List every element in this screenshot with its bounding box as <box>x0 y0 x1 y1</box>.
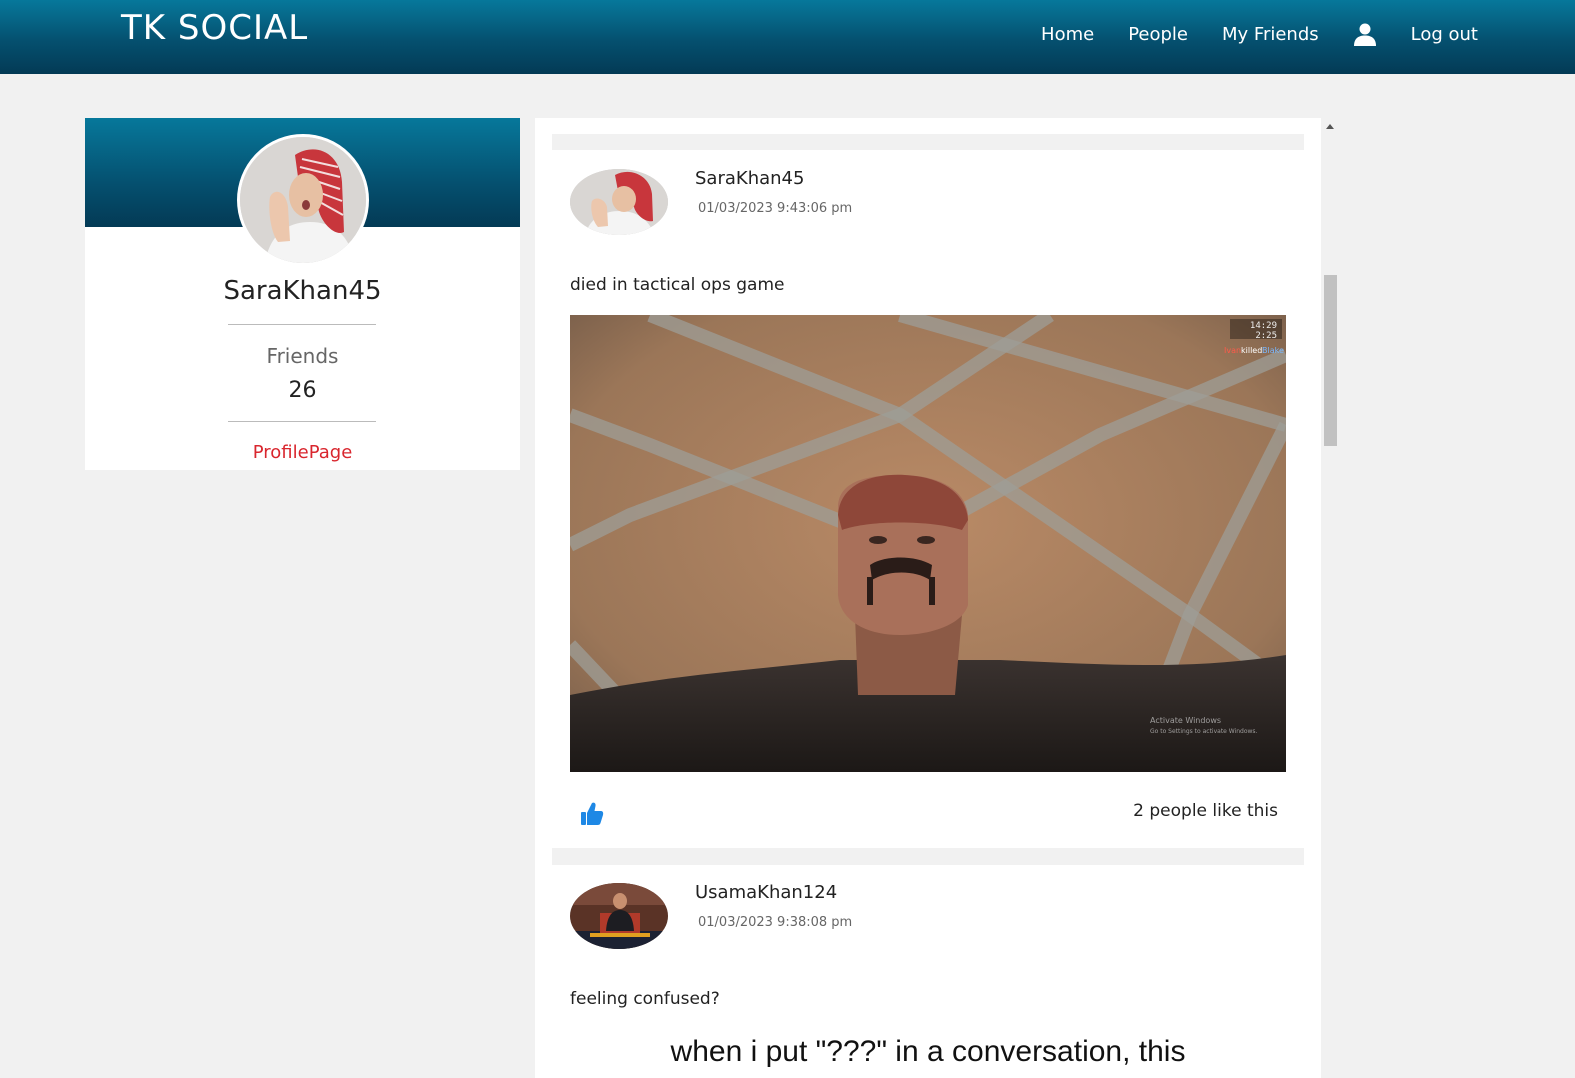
news-feed[interactable]: SaraKhan45 01/03/2023 9:43:06 pm died in… <box>535 118 1340 1078</box>
top-navbar: TK SOCIAL Home People My Friends Log out <box>0 0 1575 74</box>
activate-windows-watermark: Activate Windows <box>1150 716 1221 725</box>
profile-page-link[interactable]: ProfilePage <box>85 442 520 463</box>
kill-feed-action: killed <box>1241 346 1262 355</box>
kill-feed-killer: Ivan <box>1224 346 1241 355</box>
scroll-up-arrow-icon[interactable] <box>1326 124 1334 129</box>
post-text: feeling confused? <box>570 989 720 1009</box>
hud-time: 14:29 <box>1250 321 1277 331</box>
post-text: died in tactical ops game <box>570 275 785 295</box>
scroll-thumb[interactable] <box>1324 275 1337 446</box>
post-timestamp: 01/03/2023 9:43:06 pm <box>698 201 853 216</box>
profile-avatar[interactable] <box>237 134 369 266</box>
user-icon[interactable] <box>1353 22 1377 46</box>
nav-people-link[interactable]: People <box>1128 24 1188 45</box>
post-avatar[interactable] <box>570 883 668 949</box>
meme-image-text: when i put "???" in a conversation, this <box>670 1035 1186 1068</box>
profile-card: SaraKhan45 Friends 26 ProfilePage <box>85 118 520 470</box>
activate-windows-subtext: Go to Settings to activate Windows. <box>1150 728 1258 735</box>
friends-count: 26 <box>288 378 317 403</box>
post-username[interactable]: UsamaKhan124 <box>695 882 837 903</box>
profile-divider <box>228 324 376 325</box>
previous-post-tail <box>552 118 1304 150</box>
post-timestamp: 01/03/2023 9:38:08 pm <box>698 915 853 930</box>
nav-home-link[interactable]: Home <box>1041 24 1094 45</box>
nav-my-friends-link[interactable]: My Friends <box>1222 24 1319 45</box>
like-count[interactable]: 2 people like this <box>1133 801 1278 821</box>
like-thumb-icon[interactable] <box>580 801 604 827</box>
post-separator <box>552 848 1304 865</box>
friends-label: Friends <box>266 344 339 368</box>
nav-links: Home People My Friends Log out <box>1007 22 1478 46</box>
profile-divider <box>228 421 376 422</box>
kill-feed-victim: Blake <box>1262 346 1284 355</box>
logout-link[interactable]: Log out <box>1411 24 1478 45</box>
post-username[interactable]: SaraKhan45 <box>695 168 804 189</box>
post-image[interactable]: 14:29 2:25 Ivan killed Blake Activate Wi… <box>570 315 1286 772</box>
profile-username: SaraKhan45 <box>223 276 382 306</box>
brand-logo[interactable]: TK SOCIAL <box>121 8 308 48</box>
post-card: SaraKhan45 01/03/2023 9:43:06 pm died in… <box>552 151 1304 848</box>
hud-score: 2:25 <box>1255 331 1277 341</box>
post-card: UsamaKhan124 01/03/2023 9:38:08 pm feeli… <box>552 865 1304 1078</box>
feed-scrollbar[interactable] <box>1321 118 1340 1078</box>
post-avatar[interactable] <box>570 169 668 235</box>
